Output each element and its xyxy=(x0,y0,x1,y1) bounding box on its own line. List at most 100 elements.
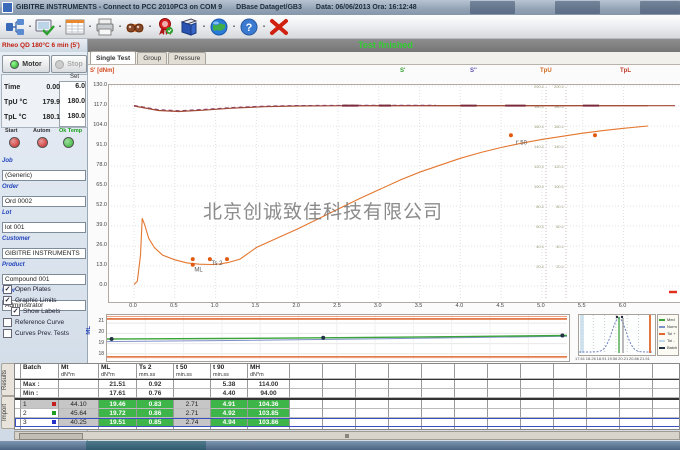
table-row-empty[interactable]: • xyxy=(15,427,680,430)
empty-cell xyxy=(356,400,389,409)
column-header-ml[interactable]: MLdN*m xyxy=(99,364,137,379)
x-tick-label: 2.0 xyxy=(287,303,305,309)
archive-book-icon[interactable] xyxy=(177,16,201,37)
empty-cell xyxy=(620,389,653,398)
tolerance-value: 21.51 xyxy=(99,380,137,389)
motor-button-label: Motor xyxy=(22,61,41,68)
batch-cell[interactable]: 1 xyxy=(21,400,59,409)
x-tick-label: 1.0 xyxy=(206,303,224,309)
result-cell[interactable]: 103.85 xyxy=(248,409,290,418)
readout-label: TpU °C xyxy=(4,99,27,106)
column-header-mh[interactable]: MHdN*m xyxy=(248,364,290,379)
view-tabs: Single TestGroupPressure xyxy=(88,52,680,65)
web-globe-icon[interactable] xyxy=(207,16,231,37)
tolerance-value: 114.00 xyxy=(248,380,290,389)
set-column-label: Set xyxy=(70,74,79,80)
legend-item: TpU xyxy=(540,68,552,74)
empty-cell xyxy=(455,409,488,418)
result-cell[interactable]: 0.83 xyxy=(137,400,174,409)
result-cell[interactable]: 4.92 xyxy=(211,409,248,418)
x-tick-label: 4.0 xyxy=(450,303,468,309)
svg-text:180.1: 180.1 xyxy=(554,104,565,109)
checkbox-checked[interactable]: ✓ xyxy=(3,296,12,305)
print-icon[interactable] xyxy=(93,16,117,37)
empty-cell xyxy=(422,389,455,398)
checkbox-row[interactable]: ✓Graphic Limits xyxy=(3,295,87,306)
tab-pressure[interactable]: Pressure xyxy=(168,52,206,64)
result-cell[interactable]: 40.25 xyxy=(59,418,99,427)
result-cell[interactable]: 4.91 xyxy=(211,400,248,409)
svg-text:100.1: 100.1 xyxy=(534,184,545,189)
scrollbar-thumb[interactable] xyxy=(19,433,83,440)
results-table-icon[interactable] xyxy=(63,16,87,37)
main-plot[interactable]: 200.1180.1160.1140.1120.1100.180.160.140… xyxy=(108,84,680,303)
search-icon[interactable] xyxy=(123,16,147,37)
field-input-lot[interactable] xyxy=(2,222,86,233)
result-cell[interactable]: 19.51 xyxy=(99,418,137,427)
x-tick-label: 5.5 xyxy=(573,303,591,309)
tab-group[interactable]: Group xyxy=(137,52,167,64)
result-cell[interactable]: 104.36 xyxy=(248,400,290,409)
field-input-customer[interactable] xyxy=(2,248,86,259)
column-header-t50[interactable]: t 50min.ss xyxy=(174,364,211,379)
certificate-icon[interactable] xyxy=(153,16,177,37)
horizontal-scrollbar[interactable] xyxy=(14,431,680,440)
column-header-empty xyxy=(290,364,323,379)
side-tab-results[interactable]: Results xyxy=(1,363,15,396)
help-icon[interactable]: ? xyxy=(237,16,261,37)
column-header-mt[interactable]: MtdN*m xyxy=(59,364,99,379)
status-message: Test finished xyxy=(358,40,413,50)
batch-cell[interactable]: 2 xyxy=(21,409,59,418)
connections-icon[interactable] xyxy=(3,16,27,37)
checkbox-row[interactable]: ✓Open Plates xyxy=(3,284,87,295)
empty-cell xyxy=(554,389,587,398)
empty-cell xyxy=(521,389,554,398)
motor-button[interactable]: Motor xyxy=(2,55,50,73)
tolerance-value xyxy=(174,380,211,389)
table-row[interactable]: 340.2519.510.852.744.94103.86 xyxy=(15,418,680,427)
ml-trend-chart[interactable] xyxy=(106,314,570,362)
empty-cell xyxy=(554,409,587,418)
result-cell[interactable]: 44.10 xyxy=(59,400,99,409)
column-header-ts2[interactable]: Ts 2mm.ss xyxy=(137,364,174,379)
empty-cell xyxy=(389,409,422,418)
exit-icon[interactable] xyxy=(267,16,291,37)
result-cell[interactable]: 0.85 xyxy=(137,418,174,427)
result-cell[interactable]: 45.64 xyxy=(59,409,99,418)
titlebar-decoration xyxy=(555,1,600,14)
checkbox-checked[interactable]: ✓ xyxy=(3,285,12,294)
empty-cell xyxy=(488,400,521,409)
batch-cell[interactable]: 3 xyxy=(21,418,59,427)
side-tab-import[interactable]: Import xyxy=(1,396,15,429)
stop-button[interactable]: Stop xyxy=(51,55,87,73)
tab-single-test[interactable]: Single Test xyxy=(90,51,136,64)
tolerance-value: 94.00 xyxy=(248,389,290,398)
result-cell[interactable]: 103.86 xyxy=(248,418,290,427)
result-cell[interactable]: 2.71 xyxy=(174,409,211,418)
table-row[interactable]: 144.1019.460.832.714.91104.36 xyxy=(15,400,680,409)
field-label: Job xyxy=(2,158,86,164)
ml-distribution-chart[interactable] xyxy=(578,314,656,356)
x-tick-label: 5.0 xyxy=(532,303,550,309)
table-row[interactable]: 245.6419.720.862.714.92103.85 xyxy=(15,409,680,418)
trend-legend: MedNormTol +Tol -Batch xyxy=(657,314,679,356)
column-header-t90[interactable]: t 90min.ss xyxy=(211,364,248,379)
result-cell[interactable]: 0.86 xyxy=(137,409,174,418)
field-input-order[interactable] xyxy=(2,196,86,207)
result-cell[interactable]: 2.71 xyxy=(174,400,211,409)
result-cell[interactable]: 19.72 xyxy=(99,409,137,418)
field-input-job[interactable] xyxy=(2,170,86,181)
strip-y-tick: 21 xyxy=(94,318,104,324)
result-cell[interactable]: 2.74 xyxy=(174,418,211,427)
svg-text:20.1: 20.1 xyxy=(536,264,545,269)
x-tick-label: 0.5 xyxy=(165,303,183,309)
x-tick-label: 3.0 xyxy=(369,303,387,309)
column-header-empty xyxy=(422,364,455,379)
start-test-icon[interactable] xyxy=(33,16,57,37)
result-cell[interactable]: 19.46 xyxy=(99,400,137,409)
result-cell[interactable]: 4.94 xyxy=(211,418,248,427)
column-header-batch[interactable]: Batch xyxy=(21,364,59,379)
strip-y-tick: 20 xyxy=(94,329,104,335)
active-test-label[interactable]: Rheo QD 180°C 6 min (5') xyxy=(0,39,88,52)
empty-cell xyxy=(389,418,422,427)
